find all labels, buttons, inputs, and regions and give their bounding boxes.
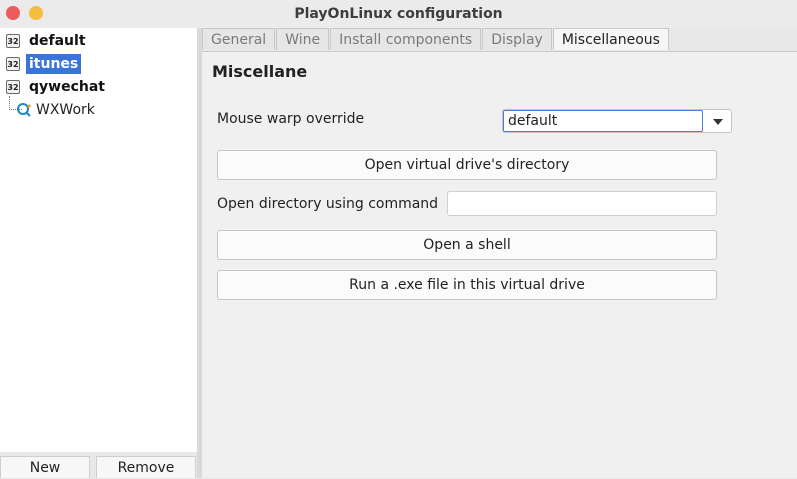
chevron-down-icon[interactable] xyxy=(713,119,723,125)
tab-bar: General Wine Install components Display … xyxy=(202,28,670,51)
open-command-input[interactable] xyxy=(447,191,717,216)
window-title: PlayOnLinux configuration xyxy=(294,6,503,22)
tree-item-label: default xyxy=(29,33,86,49)
tab-wine[interactable]: Wine xyxy=(276,28,330,50)
tab-display[interactable]: Display xyxy=(482,28,552,50)
tab-miscellaneous[interactable]: Miscellaneous xyxy=(552,28,669,50)
run-exe-button[interactable]: Run a .exe file in this virtual drive xyxy=(217,270,717,300)
tree-item-qywechat[interactable]: 32 qywechat xyxy=(6,77,108,97)
tree-item-label: WXWork xyxy=(36,102,95,118)
tab-content: Miscellaneous Mouse warp override defaul… xyxy=(202,51,797,478)
tree-item-itunes[interactable]: 32 itunes xyxy=(6,54,82,74)
prefix-tree-panel: 32 default 32 itunes 32 qywechat WXWork xyxy=(0,28,198,452)
tree-item-wxwork[interactable]: WXWork xyxy=(16,100,95,120)
mouse-warp-label: Mouse warp override xyxy=(217,111,365,127)
tree-item-default[interactable]: 32 default xyxy=(6,31,89,51)
new-button[interactable]: New xyxy=(0,456,90,478)
32bit-badge-icon: 32 xyxy=(6,34,20,48)
app-icon xyxy=(16,102,32,118)
tree-item-label: qywechat xyxy=(29,79,105,95)
tab-install-components[interactable]: Install components xyxy=(330,28,482,50)
open-command-label: Open directory using command xyxy=(217,196,439,212)
open-shell-button[interactable]: Open a shell xyxy=(217,230,717,260)
remove-button[interactable]: Remove xyxy=(96,456,196,478)
title-bar: PlayOnLinux configuration xyxy=(0,0,797,28)
tab-general[interactable]: General xyxy=(202,28,276,50)
32bit-badge-icon: 32 xyxy=(6,80,20,94)
mouse-warp-value[interactable]: default xyxy=(503,110,703,132)
open-directory-button[interactable]: Open virtual drive's directory xyxy=(217,150,717,180)
tree-item-label: itunes xyxy=(26,54,82,74)
page-title: Miscellaneous xyxy=(212,62,308,81)
32bit-badge-icon: 32 xyxy=(6,57,20,71)
mouse-warp-select[interactable]: default xyxy=(502,109,732,133)
